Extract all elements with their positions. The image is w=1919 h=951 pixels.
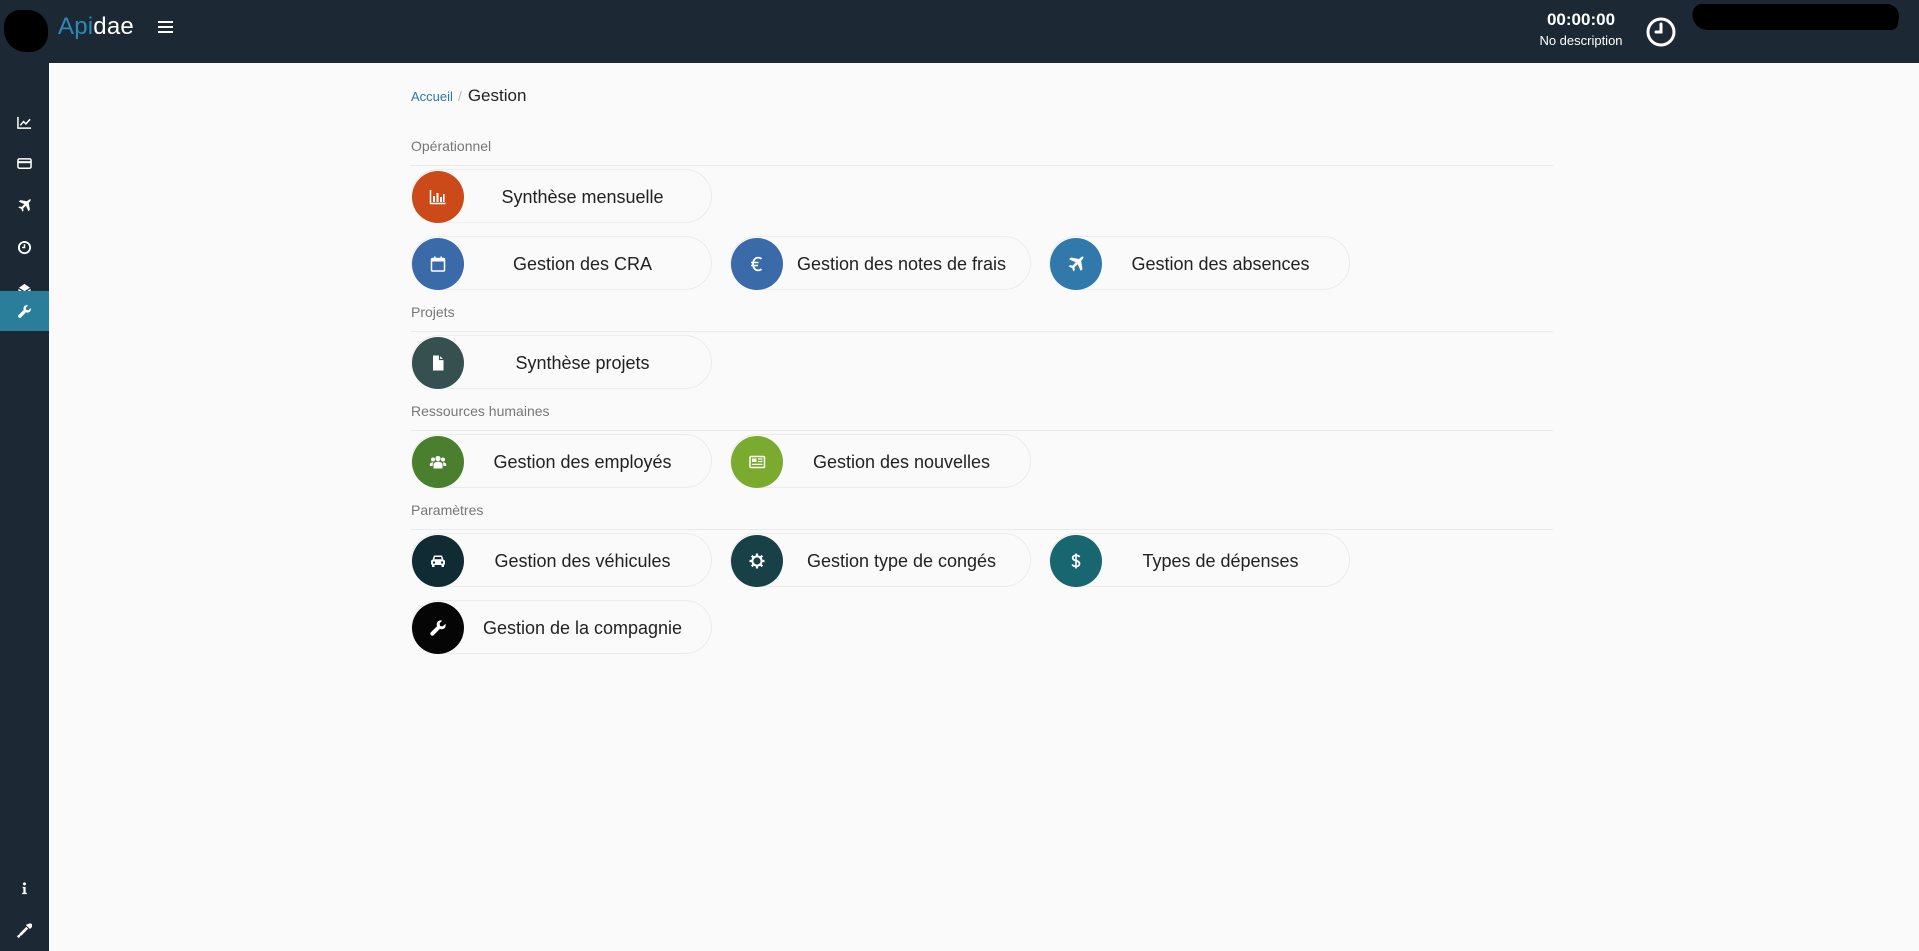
clock-icon bbox=[1646, 17, 1676, 47]
card-icon-circle bbox=[412, 337, 464, 389]
breadcrumb-separator: / bbox=[457, 88, 462, 104]
info-icon bbox=[22, 881, 27, 894]
brand-name[interactable]: Apidae bbox=[58, 13, 134, 41]
card-gestion-vehicules[interactable]: Gestion des véhicules bbox=[411, 533, 712, 587]
brand-part-1: Api bbox=[58, 13, 94, 40]
sidebar-item-gestion[interactable] bbox=[0, 291, 49, 331]
sidebar-item-theme[interactable] bbox=[0, 910, 49, 950]
wrench-icon bbox=[430, 620, 446, 636]
timer-value: 00:00:00 bbox=[1546, 10, 1616, 29]
card-gestion-nouvelles[interactable]: Gestion des nouvelles bbox=[730, 434, 1031, 488]
calendar-icon bbox=[430, 256, 446, 272]
section-title-parametres: Paramètres bbox=[411, 502, 484, 518]
sidebar-item-info[interactable] bbox=[0, 868, 49, 908]
section-divider bbox=[411, 165, 1553, 166]
card-label: Gestion des employés bbox=[493, 451, 672, 472]
card-icon-circle bbox=[412, 602, 464, 654]
card-icon-circle bbox=[731, 535, 783, 587]
card-label: Gestion des véhicules bbox=[494, 550, 671, 571]
card-icon-circle bbox=[1050, 238, 1102, 290]
section-divider bbox=[411, 331, 1553, 332]
card-label: Synthèse projets bbox=[515, 352, 650, 373]
breadcrumb-current: Gestion bbox=[467, 86, 527, 105]
card-label: Gestion des CRA bbox=[512, 253, 653, 274]
section-title-ressources-humaines: Ressources humaines bbox=[411, 403, 550, 419]
sidebar bbox=[0, 63, 49, 951]
credit-card-icon bbox=[17, 157, 32, 169]
sidebar-item-dashboard[interactable] bbox=[0, 102, 49, 142]
section-title-projets: Projets bbox=[411, 304, 455, 320]
card-icon-circle bbox=[1050, 535, 1102, 587]
card-label: Gestion des absences bbox=[1131, 253, 1310, 274]
users-icon bbox=[429, 455, 447, 469]
newspaper-icon bbox=[749, 455, 766, 469]
card-gestion-employes[interactable]: Gestion des employés bbox=[411, 434, 712, 488]
eyedropper-icon bbox=[17, 922, 32, 938]
breadcrumb: Accueil / Gestion bbox=[411, 86, 526, 106]
top-bar: Apidae 00:00:00 No description bbox=[0, 0, 1919, 63]
clock-icon bbox=[17, 240, 32, 254]
card-notes-de-frais[interactable]: Gestion des notes de frais bbox=[730, 236, 1031, 290]
hamburger-icon bbox=[158, 20, 173, 23]
card-synthese-mensuelle[interactable]: Synthèse mensuelle bbox=[411, 169, 712, 223]
card-icon-circle bbox=[412, 535, 464, 587]
card-label: Gestion de la compagnie bbox=[482, 617, 683, 638]
section-divider bbox=[411, 529, 1553, 530]
card-label: Gestion type de congés bbox=[806, 550, 997, 571]
sidebar-item-billing[interactable] bbox=[0, 143, 49, 183]
card-icon-circle bbox=[731, 436, 783, 488]
gear-icon bbox=[749, 553, 765, 569]
file-icon bbox=[433, 355, 444, 371]
card-gestion-compagnie[interactable]: Gestion de la compagnie bbox=[411, 600, 712, 654]
car-icon bbox=[431, 555, 445, 567]
sidebar-item-absences[interactable] bbox=[0, 185, 49, 225]
timer-description: No description bbox=[1539, 33, 1623, 48]
card-icon-circle bbox=[412, 436, 464, 488]
plane-icon bbox=[18, 198, 31, 212]
card-label: Synthèse mensuelle bbox=[501, 186, 664, 207]
section-title-operationnel: Opérationnel bbox=[411, 138, 492, 154]
card-icon-circle bbox=[412, 171, 464, 223]
logo bbox=[4, 10, 48, 52]
euro-icon bbox=[751, 256, 763, 272]
wrench-icon bbox=[18, 304, 31, 318]
plane-icon bbox=[1068, 256, 1084, 272]
bar-chart-icon bbox=[429, 190, 446, 205]
timer: 00:00:00 No description bbox=[1520, 10, 1642, 48]
sidebar-item-time-tracking[interactable] bbox=[0, 227, 49, 267]
dollar-icon bbox=[1071, 553, 1081, 569]
menu-toggle-button[interactable] bbox=[158, 18, 178, 38]
card-label: Types de dépenses bbox=[1142, 550, 1299, 571]
line-chart-icon bbox=[17, 116, 32, 129]
brand-part-2: dae bbox=[93, 13, 134, 40]
card-types-depenses[interactable]: Types de dépenses bbox=[1049, 533, 1350, 587]
section-divider bbox=[411, 430, 1553, 431]
breadcrumb-home-link[interactable]: Accueil bbox=[411, 89, 453, 104]
card-label: Gestion des notes de frais bbox=[796, 253, 1007, 274]
card-label: Gestion des nouvelles bbox=[812, 451, 991, 472]
card-icon-circle bbox=[731, 238, 783, 290]
card-synthese-projets[interactable]: Synthèse projets bbox=[411, 335, 712, 389]
card-gestion-absences[interactable]: Gestion des absences bbox=[1049, 236, 1350, 290]
timer-clock-button[interactable] bbox=[1645, 16, 1677, 48]
user-menu[interactable] bbox=[1690, 4, 1901, 30]
card-gestion-type-conges[interactable]: Gestion type de congés bbox=[730, 533, 1031, 587]
card-gestion-cra[interactable]: Gestion des CRA bbox=[411, 236, 712, 290]
card-icon-circle bbox=[412, 238, 464, 290]
